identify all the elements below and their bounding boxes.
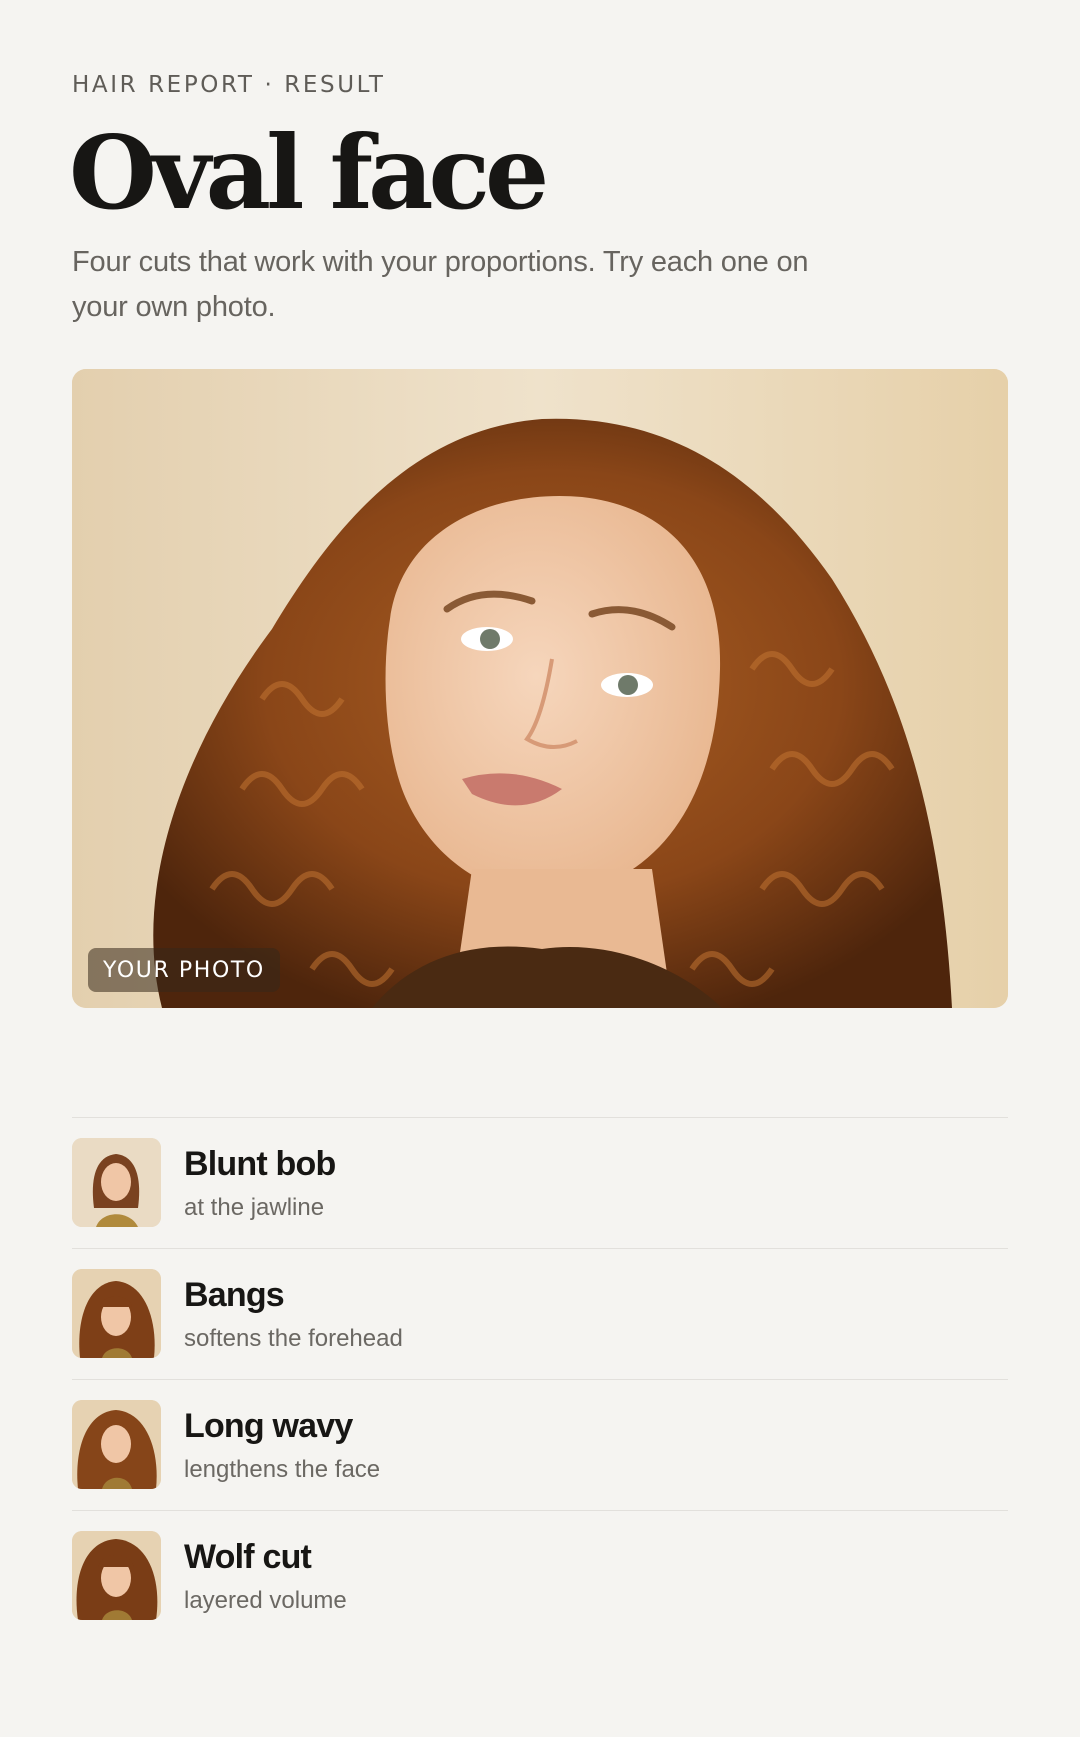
haircut-name: Bangs [184, 1276, 285, 1314]
list-item-wolf-cut[interactable]: Wolf cut layered volume [72, 1511, 1008, 1641]
list-item-long-wavy[interactable]: Long wavy lengthens the face [72, 1380, 1008, 1511]
haircut-note: at the jawline [184, 1194, 325, 1221]
haircut-note: lengthens the face [184, 1456, 381, 1483]
haircut-list: Blunt bob at the jawline Bangs softens t… [72, 1117, 1008, 1641]
portrait-image [72, 369, 1008, 1008]
haircut-name: Long wavy [184, 1407, 353, 1445]
haircut-name: Blunt bob [184, 1145, 336, 1183]
user-photo[interactable]: YOUR PHOTO [72, 369, 1008, 1008]
list-item-blunt-bob[interactable]: Blunt bob at the jawline [72, 1118, 1008, 1249]
your-photo-badge: YOUR PHOTO [88, 948, 280, 992]
haircut-name: Wolf cut [184, 1538, 312, 1576]
long-wavy-thumbnail-icon [72, 1400, 161, 1489]
blunt-bob-thumbnail-icon [72, 1138, 161, 1227]
list-item-bangs[interactable]: Bangs softens the forehead [72, 1249, 1008, 1380]
eyebrow-label: HAIR REPORT · RESULT [72, 72, 386, 98]
haircut-note: layered volume [184, 1587, 347, 1614]
wolf-cut-thumbnail-icon [72, 1531, 161, 1620]
bangs-thumbnail-icon [72, 1269, 161, 1358]
haircut-note: softens the forehead [184, 1325, 403, 1352]
page-subtitle: Four cuts that work with your proportion… [72, 246, 809, 323]
page-title: Oval face [69, 113, 549, 232]
